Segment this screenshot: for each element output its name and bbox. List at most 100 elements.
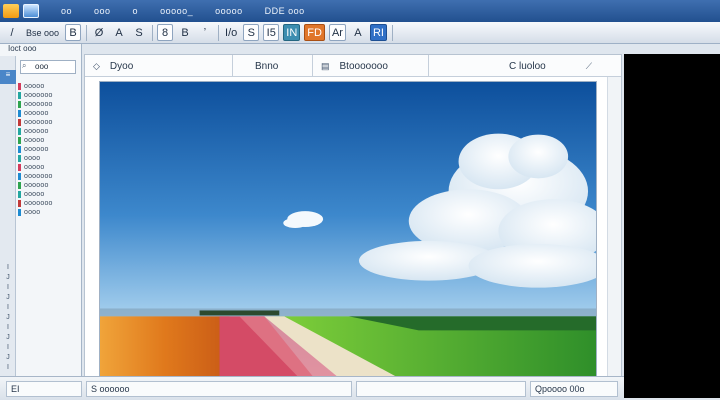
- tree-item-color-marker: [18, 128, 21, 135]
- tree-item[interactable]: oooooo: [18, 127, 49, 136]
- search-icon: ⌕: [22, 61, 27, 70]
- tab-1-label: Dyoo: [109, 60, 134, 72]
- image-insert-button[interactable]: IN: [283, 24, 301, 41]
- tree-item-color-marker: [18, 173, 21, 180]
- tree-item-color-marker: [18, 200, 21, 207]
- fill-color-button[interactable]: FD: [304, 24, 325, 41]
- tree-item[interactable]: ooooo: [18, 163, 44, 172]
- tree-item[interactable]: ooooo: [18, 190, 44, 199]
- tree-item-label: oooooo: [24, 128, 49, 135]
- strip-marker: I: [7, 304, 9, 311]
- tree-item[interactable]: ooooooo: [18, 118, 53, 127]
- style-dropdown[interactable]: Bse ooo: [24, 24, 61, 41]
- tab-3-label: Btooooooo: [339, 60, 388, 72]
- strip-marker: J: [6, 294, 10, 301]
- strip-marker: I: [7, 264, 9, 271]
- tab-1[interactable]: ◇ Dyoo: [85, 55, 233, 77]
- format-button[interactable]: 8: [157, 24, 174, 41]
- tree-item-label: oooooo: [24, 110, 49, 117]
- tree-item[interactable]: ooooooo: [18, 100, 53, 109]
- view-button[interactable]: RI: [369, 24, 387, 41]
- tree-item-label: ooooooo: [24, 119, 53, 126]
- font-color-button[interactable]: A: [111, 24, 127, 41]
- strip-marker: J: [6, 274, 10, 281]
- no-symbol-button[interactable]: Ø: [91, 24, 107, 41]
- menu-item-3[interactable]: o: [133, 6, 139, 16]
- menu-item-6[interactable]: DDE ooo: [265, 6, 305, 16]
- app-logo-icon: [3, 4, 19, 18]
- diamond-icon: ◇: [93, 60, 100, 71]
- status-cell-4: Qpoooo 00o: [530, 381, 618, 397]
- status-cell-3: [356, 381, 526, 397]
- toolbar-separator: [152, 24, 154, 41]
- tree-item-color-marker: [18, 191, 21, 198]
- document-area: ◇ Dyoo Bnno ▤ Btooooooo C luoloo ⟋: [84, 54, 622, 388]
- left-navigation-panel: Ioct ooo ≡ ooo ⌕ ooooo ooooooo ooooooo oooo…: [0, 44, 82, 388]
- tree-item[interactable]: ooooooo: [18, 172, 53, 181]
- tab-4[interactable]: C luoloo ⟋: [429, 55, 619, 77]
- toolbar-separator: [218, 24, 220, 41]
- document-icon[interactable]: [23, 4, 39, 18]
- tree-item-color-marker: [18, 119, 21, 126]
- tab-3[interactable]: ▤ Btooooooo: [313, 55, 429, 77]
- status-cell-2: S oooooo: [86, 381, 352, 397]
- strip-marker: J: [6, 334, 10, 341]
- tree-item-color-marker: [18, 83, 21, 90]
- tree-item-label: ooooooo: [24, 173, 53, 180]
- tree-item-color-marker: [18, 110, 21, 117]
- tab-2[interactable]: Bnno: [233, 55, 313, 77]
- tree-item-color-marker: [18, 182, 21, 189]
- strip-marker: I: [7, 324, 9, 331]
- landscape-image: [99, 81, 597, 379]
- tab-2-label: Bnno: [255, 60, 279, 72]
- tree-item[interactable]: ooooooo: [18, 199, 53, 208]
- list-button[interactable]: I5: [263, 24, 280, 41]
- strip-marker: I: [7, 284, 9, 291]
- tree-item[interactable]: oooo: [18, 154, 40, 163]
- tree-item[interactable]: ooooooo: [18, 91, 53, 100]
- tree-item-label: ooooooo: [24, 92, 53, 99]
- b-button[interactable]: B: [177, 24, 193, 41]
- toolbar-separator: [391, 24, 393, 41]
- io-button[interactable]: I/o: [223, 24, 239, 41]
- menu-item-1[interactable]: oo: [61, 6, 72, 16]
- tree-item[interactable]: oooo: [18, 208, 40, 217]
- tree-item-label: oooo: [24, 155, 41, 162]
- tree-item-label: oooooo: [24, 182, 49, 189]
- menu-item-4[interactable]: ooooo_: [160, 6, 193, 16]
- tree-item-label: ooooooo: [24, 101, 53, 108]
- tree-item-color-marker: [18, 101, 21, 108]
- tree-item[interactable]: oooooo: [18, 109, 49, 118]
- tree-item-label: ooooo: [24, 191, 45, 198]
- text-a-button[interactable]: A: [350, 24, 366, 41]
- tree-item-color-marker: [18, 92, 21, 99]
- tab-4-label: C luoloo: [509, 60, 546, 72]
- strikethrough-button[interactable]: S: [131, 24, 147, 41]
- tree-item-label: ooooo: [24, 137, 45, 144]
- tree-item-label: ooooo: [24, 83, 45, 90]
- tree-item-color-marker: [18, 164, 21, 171]
- tree-item-label: oooooo: [24, 146, 49, 153]
- tree-item[interactable]: oooooo: [18, 145, 49, 154]
- status-cell-1: EI: [6, 381, 82, 397]
- toolbar-separator: [86, 24, 88, 41]
- pen-tool-button[interactable]: /: [4, 24, 20, 41]
- document-scrollbar[interactable]: [607, 77, 621, 387]
- s-button[interactable]: S: [243, 24, 260, 41]
- text-style-button[interactable]: Ar: [328, 24, 346, 41]
- tree-item[interactable]: ooooo: [18, 82, 44, 91]
- tree-item-color-marker: [18, 137, 21, 144]
- strip-marker: J: [6, 354, 10, 361]
- tree-item-color-marker: [18, 155, 21, 162]
- tree-item[interactable]: ooooo: [18, 136, 44, 145]
- menu-item-2[interactable]: ooo: [94, 6, 111, 16]
- panel-toggle-tab[interactable]: ≡: [0, 70, 16, 84]
- menu-item-5[interactable]: ooooo: [215, 6, 243, 16]
- left-search-input[interactable]: ooo: [20, 60, 76, 74]
- left-panel-header: Ioct ooo: [8, 44, 37, 53]
- tree-item-label: oooo: [24, 209, 41, 216]
- quote-button[interactable]: ʼ: [197, 24, 213, 41]
- tree-item-color-marker: [18, 209, 21, 216]
- tree-item[interactable]: oooooo: [18, 181, 49, 190]
- bold-button[interactable]: B: [65, 24, 82, 41]
